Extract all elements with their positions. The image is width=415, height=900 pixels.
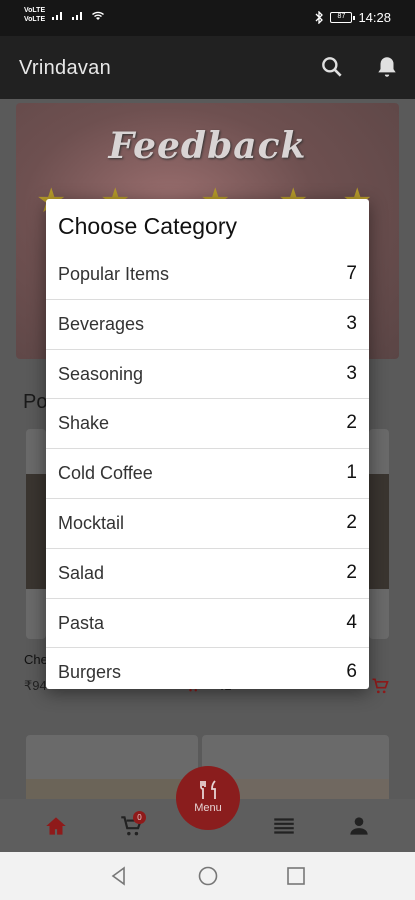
category-label: Shake xyxy=(58,413,110,434)
app-bar: Vrindavan xyxy=(0,36,415,99)
category-label: Mocktail xyxy=(58,512,125,533)
status-right: 87 14:28 xyxy=(315,10,391,25)
category-count: 1 xyxy=(346,462,357,484)
category-list: Popular Items 7 Beverages 3 Seasoning 3 … xyxy=(46,250,369,689)
category-count: 4 xyxy=(346,611,357,633)
category-item[interactable]: Beverages 3 xyxy=(46,300,369,350)
choose-category-dialog: Choose Category Popular Items 7 Beverage… xyxy=(46,199,369,689)
profile-icon[interactable] xyxy=(346,813,372,839)
category-label: Salad xyxy=(58,562,105,583)
system-nav-bar xyxy=(0,852,415,900)
search-icon[interactable] xyxy=(319,54,345,80)
category-label: Popular Items xyxy=(58,264,170,284)
category-label: Pasta xyxy=(58,612,105,633)
app-title: Vrindavan xyxy=(19,57,112,79)
category-count: 3 xyxy=(346,362,357,384)
category-count: 2 xyxy=(346,511,357,533)
product-image xyxy=(26,474,46,589)
category-count: 2 xyxy=(346,412,357,434)
signal-icon xyxy=(72,12,83,20)
category-item[interactable]: Pasta 4 xyxy=(46,599,369,649)
category-label: Beverages xyxy=(58,313,145,334)
product-card[interactable] xyxy=(26,429,46,639)
category-label: Burgers xyxy=(58,662,122,683)
category-count: 6 xyxy=(346,661,357,683)
category-item[interactable]: Seasoning 3 xyxy=(46,350,369,400)
category-count: 2 xyxy=(346,561,357,583)
fork-knife-icon xyxy=(200,780,216,799)
product-name: Che xyxy=(24,652,48,667)
menu-button[interactable]: Menu xyxy=(176,766,240,830)
home-icon[interactable] xyxy=(43,813,69,839)
sim1-label: VoLTE xyxy=(24,7,46,14)
section-title: Po xyxy=(23,391,48,413)
category-label: Cold Coffee xyxy=(58,463,153,484)
product-card[interactable] xyxy=(26,735,198,805)
banner-title: Feedback xyxy=(108,125,307,167)
home-button-icon[interactable] xyxy=(197,865,219,887)
signal-icon xyxy=(52,12,63,20)
category-item[interactable]: Salad 2 xyxy=(46,549,369,599)
back-icon[interactable] xyxy=(108,865,130,887)
menu-label: Menu xyxy=(194,802,222,814)
category-item[interactable]: Cold Coffee 1 xyxy=(46,449,369,499)
status-bar: VoLTE VoLTE 87 14:28 xyxy=(0,0,415,36)
status-time: 14:28 xyxy=(358,10,391,25)
battery-icon: 87 xyxy=(330,12,356,23)
product-price: ₹94 xyxy=(24,678,47,693)
category-item[interactable]: Mocktail 2 xyxy=(46,499,369,549)
sim-labels: VoLTE VoLTE xyxy=(24,6,45,24)
bell-icon[interactable] xyxy=(374,54,400,80)
dialog-title: Choose Category xyxy=(58,213,237,239)
status-left: VoLTE VoLTE xyxy=(24,6,105,24)
add-to-cart-icon[interactable] xyxy=(370,676,390,696)
product-image xyxy=(369,474,389,589)
category-item[interactable]: Popular Items 7 xyxy=(46,250,369,300)
recents-icon[interactable] xyxy=(285,865,307,887)
wifi-icon xyxy=(92,11,105,20)
category-count: 3 xyxy=(346,312,357,334)
category-count: 7 xyxy=(346,263,357,284)
cart-badge: 0 xyxy=(133,811,146,824)
bluetooth-icon xyxy=(315,11,324,24)
sim2-label: VoLTE xyxy=(24,16,46,23)
category-label: Seasoning xyxy=(58,363,144,384)
list-icon[interactable] xyxy=(271,813,297,839)
product-card[interactable] xyxy=(369,429,389,639)
category-item[interactable]: Shake 2 xyxy=(46,399,369,450)
category-item[interactable]: Burgers 6 xyxy=(46,648,369,689)
